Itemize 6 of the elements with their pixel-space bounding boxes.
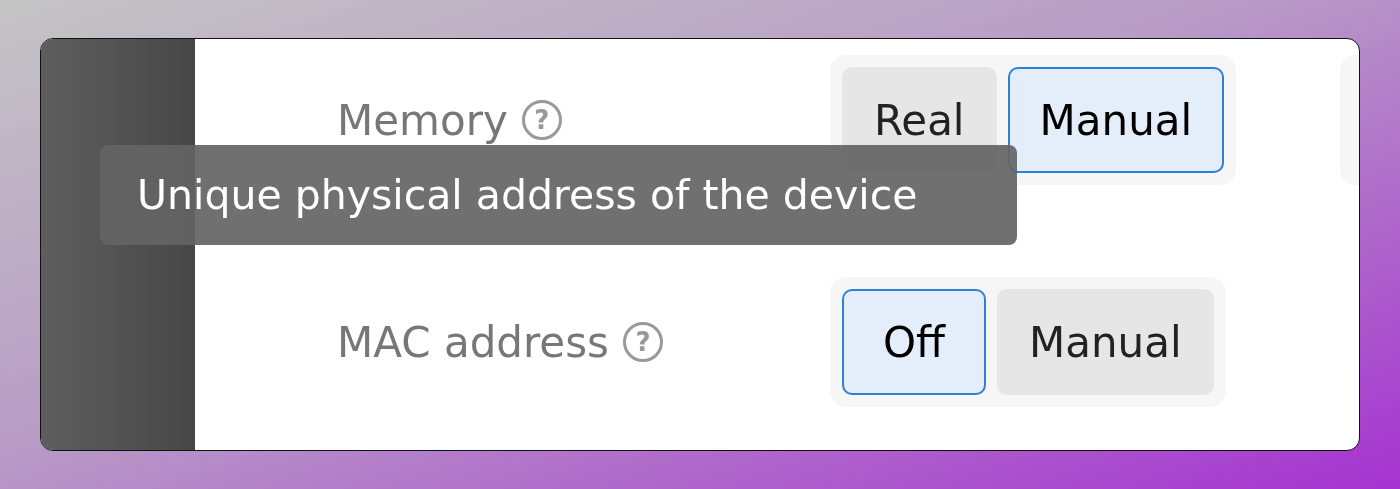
setting-label: Memory — [337, 95, 508, 145]
option-button[interactable]: Off — [842, 289, 986, 395]
option-button[interactable]: Manual — [997, 289, 1214, 395]
option-button[interactable]: Manual — [1007, 67, 1225, 173]
tooltip: Unique physical address of the device — [100, 145, 1017, 245]
setting-label: MAC address — [337, 317, 609, 367]
